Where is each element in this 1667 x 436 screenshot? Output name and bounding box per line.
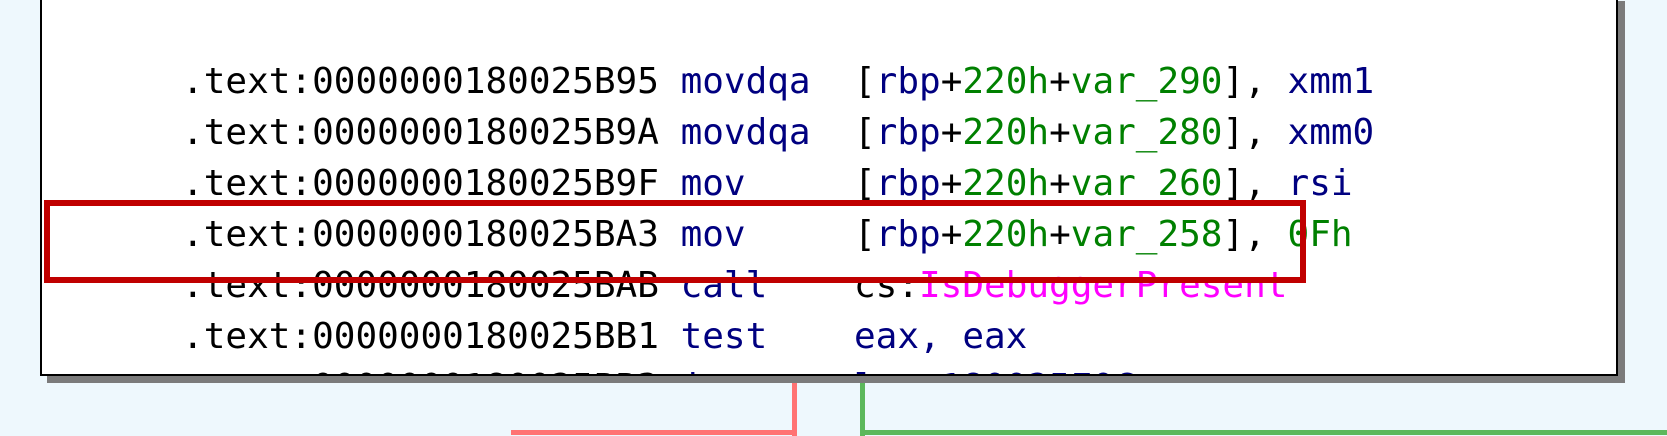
asm-line[interactable]: .text:0000000180025B9F mov [rbp+220h+var… xyxy=(52,106,1353,204)
asm-mnemonic: jnz xyxy=(681,367,746,374)
ida-graph-view: .text:0000000180025B95 movdqa [rbp+220h+… xyxy=(0,0,1667,436)
asm-line[interactable]: .text:0000000180025BB3 jnz loc_180025E0C xyxy=(52,310,1136,374)
asm-jump-target[interactable]: loc_180025E0C xyxy=(854,367,1136,374)
asm-address: .text:0000000180025BB3 xyxy=(182,367,659,374)
asm-line[interactable]: .text:0000000180025B9A movdqa [rbp+220h+… xyxy=(52,55,1374,153)
true-branch-edge-vertical xyxy=(860,374,865,436)
false-branch-edge-vertical xyxy=(792,374,797,436)
basic-block-node[interactable]: .text:0000000180025B95 movdqa [rbp+220h+… xyxy=(40,0,1618,376)
true-branch-edge-horizontal xyxy=(860,430,1667,435)
asm-line[interactable]: .text:0000000180025B95 movdqa [rbp+220h+… xyxy=(52,4,1374,102)
false-branch-edge-horizontal xyxy=(511,430,797,435)
highlight-annotation-box xyxy=(44,200,1306,283)
